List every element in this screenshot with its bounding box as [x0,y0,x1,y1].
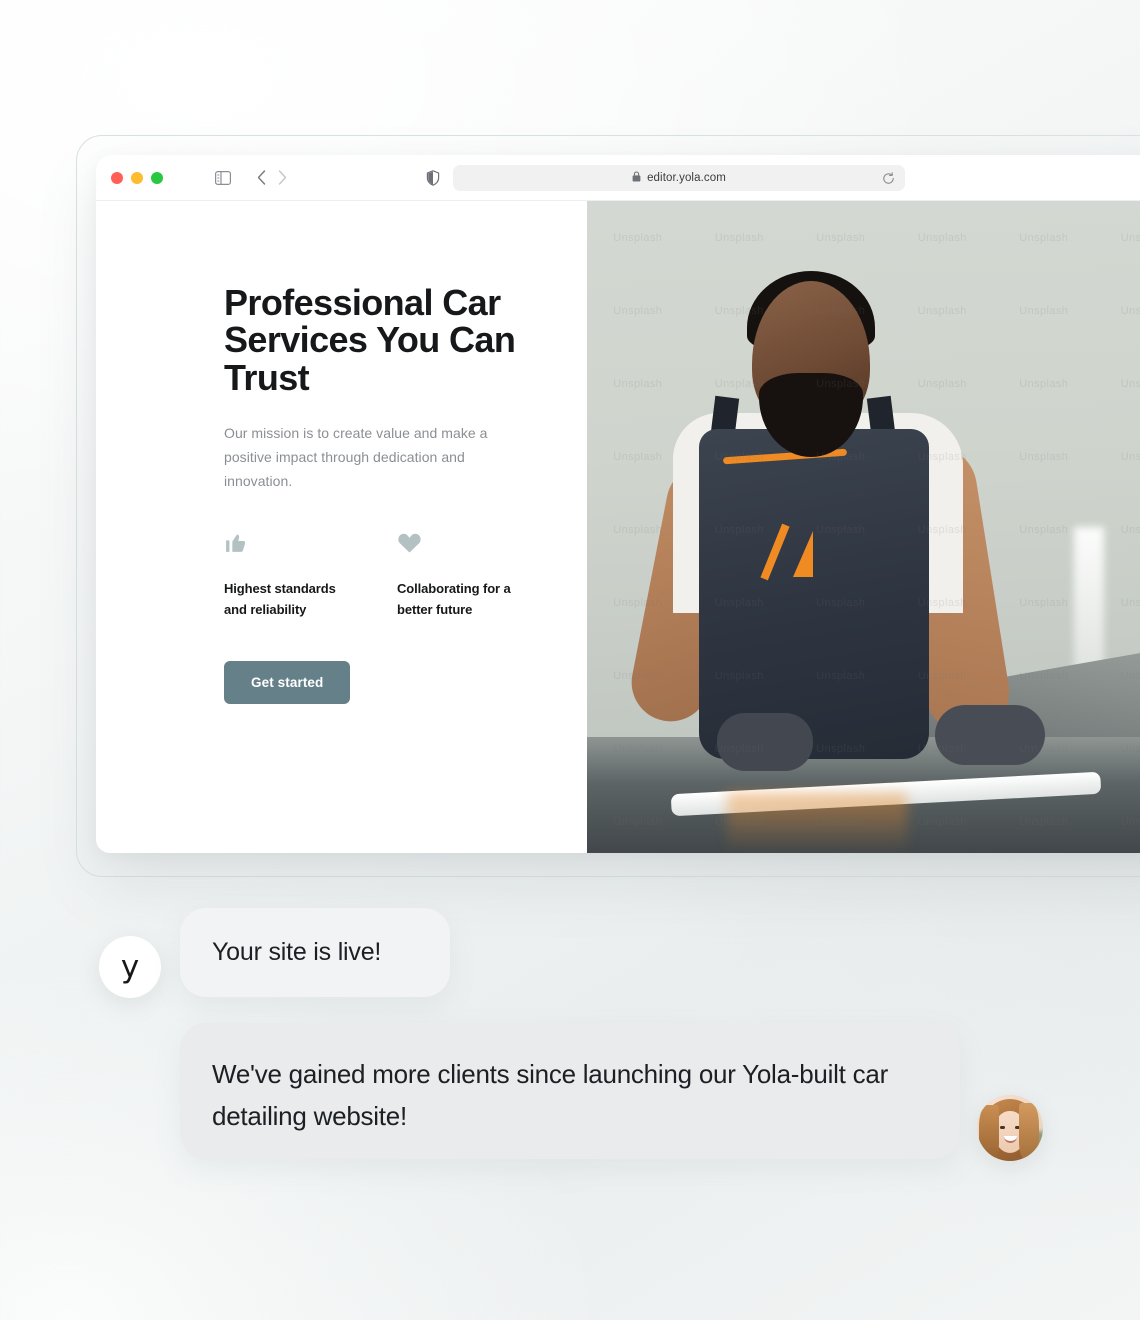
chat-bubble-client: We've gained more clients since launchin… [180,1023,960,1159]
chat-bubble-yola: Your site is live! [180,908,450,997]
photo-watermark: Unsplash [613,304,663,317]
photo-watermark: Unsplash [1120,596,1140,609]
page-title: Professional Car Services You Can Trust [224,282,516,398]
chat-message-text: We've gained more clients since launchin… [212,1059,888,1132]
hero-photo: Unsplash Unsplash Unsplash Unsplash Unsp… [587,201,1140,853]
hero-text-column: Professional Car Services You Can Trust … [96,201,587,853]
photo-watermark: Unsplash [714,231,764,244]
photo-watermark: Unsplash [1120,450,1140,463]
address-bar[interactable]: editor.yola.com [453,165,905,191]
close-button[interactable] [111,171,123,184]
photo-glove-left [717,713,813,771]
photo-watermark: Unsplash [1019,596,1069,609]
photo-glove-right [935,705,1045,765]
address-bar-text: editor.yola.com [647,172,726,184]
browser-window: editor.yola.com Professional Car Service… [96,155,1140,853]
chevron-right-icon[interactable] [278,170,287,185]
avatar-hair-strand [979,1105,999,1159]
photo-watermark: Unsplash [917,377,967,390]
photo-watermark: Unsplash [1120,523,1140,536]
window-controls[interactable] [111,171,163,184]
avatar-hair-strand [1019,1103,1039,1159]
lock-icon [632,169,641,187]
feature-label: Collaborating for a better future [397,580,511,618]
photo-reflection [727,793,907,853]
maximize-button[interactable] [151,171,163,184]
photo-watermark: Unsplash [1019,450,1069,463]
website-preview: Professional Car Services You Can Trust … [96,201,1140,853]
photo-watermark: Unsplash [917,231,967,244]
yola-brand-avatar: y [99,936,161,998]
photo-watermark: Unsplash [613,523,663,536]
photo-apron [699,429,929,759]
photo-watermark: Unsplash [1120,304,1140,317]
feature-item: Highest standards and reliability [224,530,359,622]
reload-icon[interactable] [882,171,895,185]
heart-icon [397,530,532,556]
feature-item: Collaborating for a better future [397,530,532,622]
shield-icon[interactable] [426,169,440,186]
photo-watermark: Unsplash [1019,523,1069,536]
avatar [977,1095,1043,1161]
sidebar-icon[interactable] [215,170,231,185]
photo-watermark: Unsplash [1120,377,1140,390]
photo-watermark: Unsplash [613,377,663,390]
photo-watermark: Unsplash [1120,231,1140,244]
chat-message-text: Your site is live! [212,938,382,966]
feature-label: Highest standards and reliability [224,580,336,618]
photo-watermark: Unsplash [1019,231,1069,244]
photo-watermark: Unsplash [1019,304,1069,317]
get-started-button[interactable]: Get started [224,661,351,705]
feature-list: Highest standards and reliability Collab… [224,530,587,622]
thumbs-up-icon [224,530,359,556]
chevron-left-icon[interactable] [257,170,266,185]
photo-watermark: Unsplash [816,231,866,244]
browser-toolbar: editor.yola.com [96,155,1140,201]
photo-watermark: Unsplash [1019,377,1069,390]
avatar-eye [1000,1126,1005,1129]
photo-watermark: Unsplash [917,304,967,317]
minimize-button[interactable] [131,171,143,184]
hero-subtitle: Our mission is to create value and make … [224,425,488,490]
photo-watermark: Unsplash [613,450,663,463]
photo-watermark: Unsplash [613,231,663,244]
